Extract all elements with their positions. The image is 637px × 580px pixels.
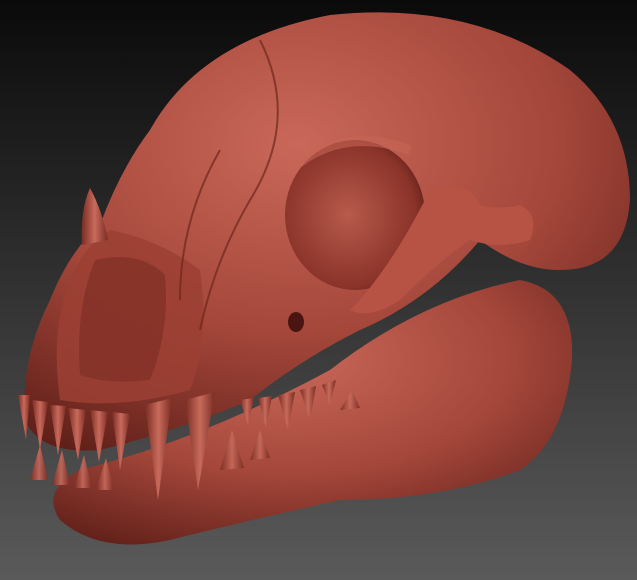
render-viewport[interactable] (0, 0, 637, 580)
skull-render (0, 0, 637, 580)
infraorbital-foramen (288, 312, 304, 332)
nasal-cavity (79, 257, 166, 382)
